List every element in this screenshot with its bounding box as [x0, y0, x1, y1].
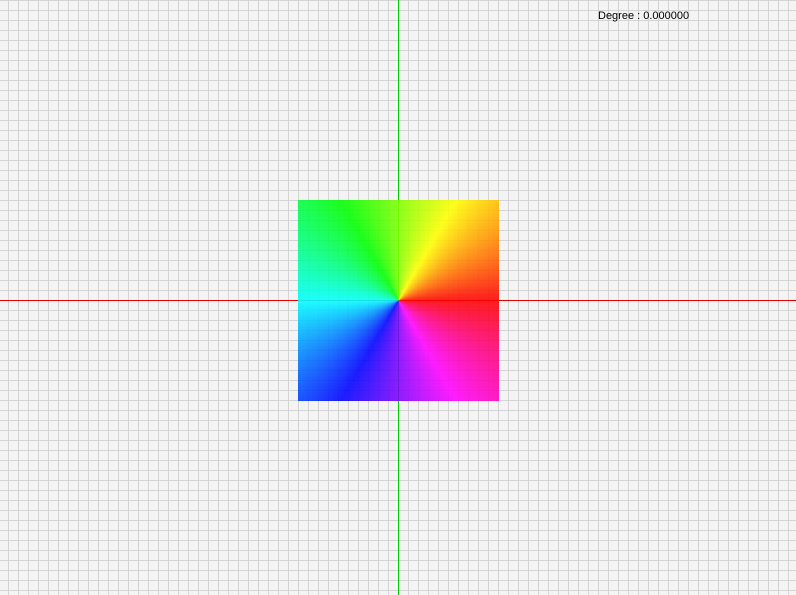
degree-label: Degree :	[598, 10, 644, 22]
degree-value: 0.000000	[643, 10, 690, 22]
conic-gradient-square[interactable]	[298, 200, 499, 401]
grid-canvas[interactable]: Degree : 0.000000	[0, 0, 796, 595]
degree-readout: Degree : 0.000000	[598, 9, 689, 23]
